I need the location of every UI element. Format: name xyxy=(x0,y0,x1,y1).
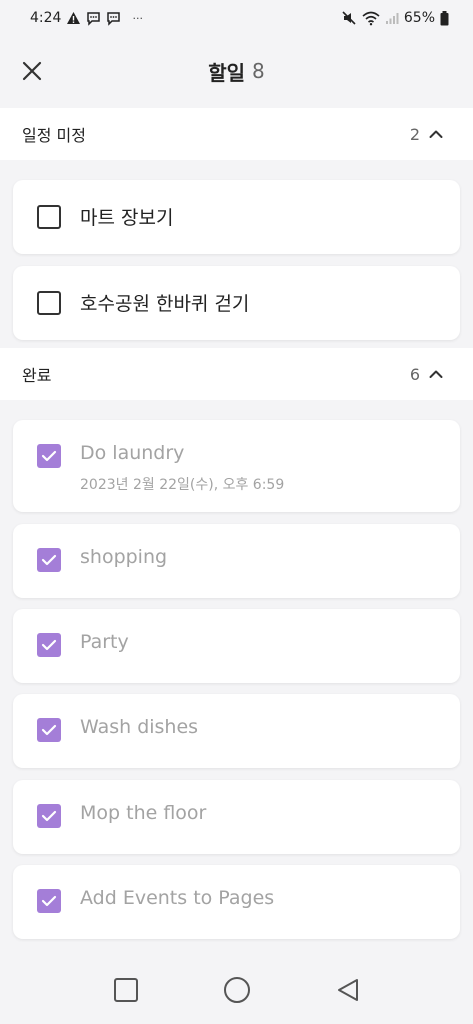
warning-icon xyxy=(66,11,81,25)
task-date: 2023년 2월 22일(수), 오후 6:59 xyxy=(80,477,285,493)
task-checkbox[interactable] xyxy=(37,291,61,315)
battery-icon xyxy=(440,10,449,26)
battery-percent: 65% xyxy=(403,10,435,26)
signal-icon xyxy=(385,11,399,25)
status-right: 65% xyxy=(341,10,449,26)
task-title: Mop the floor xyxy=(80,802,207,824)
task-title: shopping xyxy=(80,546,168,568)
task-checkbox[interactable] xyxy=(37,444,61,468)
check-icon xyxy=(41,639,57,651)
task-title: Add Events to Pages xyxy=(80,887,275,909)
task-card[interactable]: Do laundry 2023년 2월 22일(수), 오후 6:59 xyxy=(13,420,460,512)
check-icon xyxy=(41,724,57,736)
section-header-unscheduled[interactable]: 일정 미정 2 xyxy=(0,108,473,160)
task-checkbox[interactable] xyxy=(37,889,61,913)
task-checkbox[interactable] xyxy=(37,804,61,828)
section-count: 2 xyxy=(409,124,420,144)
task-title: 호수공원 한바퀴 걷기 xyxy=(80,293,250,315)
close-icon xyxy=(22,61,42,81)
close-button[interactable] xyxy=(15,54,49,88)
task-title: 마트 장보기 xyxy=(80,207,174,229)
task-title: Party xyxy=(80,631,129,653)
section-title: 완료 xyxy=(22,366,52,385)
chevron-up-icon[interactable] xyxy=(429,369,443,379)
status-bar: 4:24 ··· 65% xyxy=(0,0,473,36)
task-card[interactable]: Party xyxy=(13,609,460,683)
task-card[interactable]: Add Events to Pages xyxy=(13,865,460,939)
chevron-up-icon[interactable] xyxy=(429,129,443,139)
check-icon xyxy=(41,895,57,907)
check-icon xyxy=(41,554,57,566)
chat-icon xyxy=(86,11,101,26)
app-header: 할일 8 xyxy=(0,36,473,106)
section-right: 6 xyxy=(410,365,443,384)
task-title: Do laundry xyxy=(80,442,185,464)
section-header-completed[interactable]: 완료 6 xyxy=(0,348,473,400)
wifi-icon xyxy=(362,11,380,26)
circle-icon xyxy=(223,977,250,1003)
task-card[interactable]: Mop the floor xyxy=(13,780,460,854)
mute-icon xyxy=(341,10,357,26)
task-checkbox[interactable] xyxy=(37,633,61,657)
system-nav-bar xyxy=(0,956,473,1024)
task-card[interactable]: 호수공원 한바퀴 걷기 xyxy=(13,266,460,340)
recent-apps-button[interactable] xyxy=(106,970,146,1010)
section-title: 일정 미정 xyxy=(22,126,86,145)
task-checkbox[interactable] xyxy=(37,548,61,572)
status-more: ··· xyxy=(132,11,143,25)
check-icon xyxy=(41,810,57,822)
task-card[interactable]: 마트 장보기 xyxy=(13,180,460,254)
page-title: 할일 xyxy=(208,60,246,85)
home-button[interactable] xyxy=(217,970,257,1010)
task-title: Wash dishes xyxy=(80,716,199,738)
status-left: 4:24 ··· xyxy=(30,10,143,26)
back-button[interactable] xyxy=(328,970,368,1010)
task-card[interactable]: shopping xyxy=(13,524,460,598)
square-icon xyxy=(113,978,138,1002)
section-right: 2 xyxy=(410,125,443,144)
check-icon xyxy=(41,450,57,462)
status-time: 4:24 xyxy=(30,10,62,26)
triangle-back-icon xyxy=(337,979,358,1001)
chat-icon-2 xyxy=(106,11,121,26)
section-count: 6 xyxy=(409,364,420,384)
task-checkbox[interactable] xyxy=(37,718,61,742)
task-checkbox[interactable] xyxy=(37,205,61,229)
task-total-count: 8 xyxy=(252,59,265,83)
task-card[interactable]: Wash dishes xyxy=(13,694,460,768)
